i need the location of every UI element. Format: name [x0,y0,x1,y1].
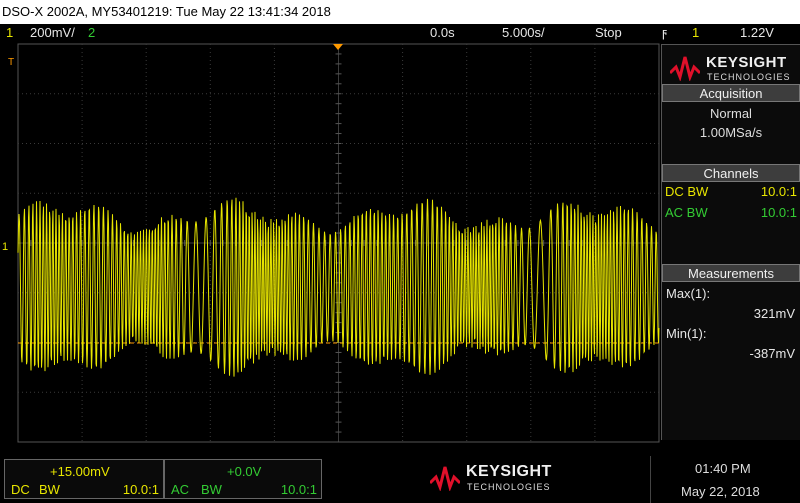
channel-2-softkey[interactable]: +0.0V AC BW 10.0:1 [164,459,322,499]
keysight-wave-icon [430,466,460,491]
measurement-min-label: Min(1): [666,326,707,341]
brand-sub-bottom: TECHNOLOGIES [467,482,551,492]
measurements-heading[interactable]: Measurements [662,264,800,282]
info-panel: KEYSIGHT TECHNOLOGIES Acquisition Normal… [661,44,800,440]
acquisition-heading[interactable]: Acquisition [662,84,800,102]
time-delay[interactable]: 0.0s [430,24,455,41]
channel-1-ground-marker: 1 [2,241,8,253]
channel-2-coupling-bottom: AC [171,482,190,497]
measurement-min-value: -387mV [749,346,795,361]
channel-2-probe-bottom: 10.0:1 [280,482,317,497]
trigger-level[interactable]: 1.22V [740,24,774,41]
channel-2-number[interactable]: 2 [88,24,95,41]
channel-2-bw: BW [201,482,222,497]
channel-1-offset: +15.00mV [50,464,110,479]
brand-sub: TECHNOLOGIES [707,72,791,82]
run-state[interactable]: Stop [595,24,622,41]
clock-area: 01:40 PM May 22, 2018 [650,456,800,503]
keysight-wave-icon [670,56,700,81]
keysight-logo: KEYSIGHT TECHNOLOGIES [670,51,794,87]
channel-1-number[interactable]: 1 [6,24,13,41]
channel-1-bw: BW [39,482,60,497]
acquisition-mode: Normal [710,106,752,121]
window-title-bar: DSO-X 2002A, MY53401219: Tue May 22 13:4… [0,0,800,24]
keysight-bottom-logo: KEYSIGHT TECHNOLOGIES [430,462,560,496]
trigger-marker-label: T [8,57,14,68]
acquisition-rate: 1.00MSa/s [699,125,763,140]
channel-1-coupling: DC BW [665,184,709,199]
channel-1-probe-bottom: 10.0:1 [122,482,159,497]
clock-date: May 22, 2018 [681,484,760,499]
trigger-edge-icon: ϝ [662,25,668,40]
channel-1-coupling-bottom: DC [11,482,30,497]
channel-1-scale[interactable]: 200mV/ [30,24,75,41]
channel-2-coupling: AC BW [665,205,708,220]
measurement-max-label: Max(1): [666,286,711,301]
channel-2-offset: +0.0V [227,464,262,479]
graticule-grid [17,43,660,443]
channel-1-softkey[interactable]: +15.00mV DC BW 10.0:1 [4,459,164,499]
time-scale[interactable]: 5.000s/ [502,24,545,41]
clock-time: 01:40 PM [695,461,751,476]
measurement-max-value: 321mV [753,306,795,321]
window-title: DSO-X 2002A, MY53401219: Tue May 22 13:4… [2,4,331,19]
trigger-source[interactable]: 1 [692,24,699,41]
brand-name-bottom: KEYSIGHT [466,463,552,480]
scope-status-row: 1 200mV/ 2 0.0s 5.000s/ Stop ϝ 1 1.22V [0,24,800,41]
waveform-display[interactable]: T 1 [0,41,661,444]
channel-1-probe: 10.0:1 [760,184,797,199]
trigger-position-marker [333,44,343,50]
brand-name: KEYSIGHT [706,54,787,71]
channels-heading[interactable]: Channels [662,164,800,182]
channel-2-probe: 10.0:1 [760,205,797,220]
